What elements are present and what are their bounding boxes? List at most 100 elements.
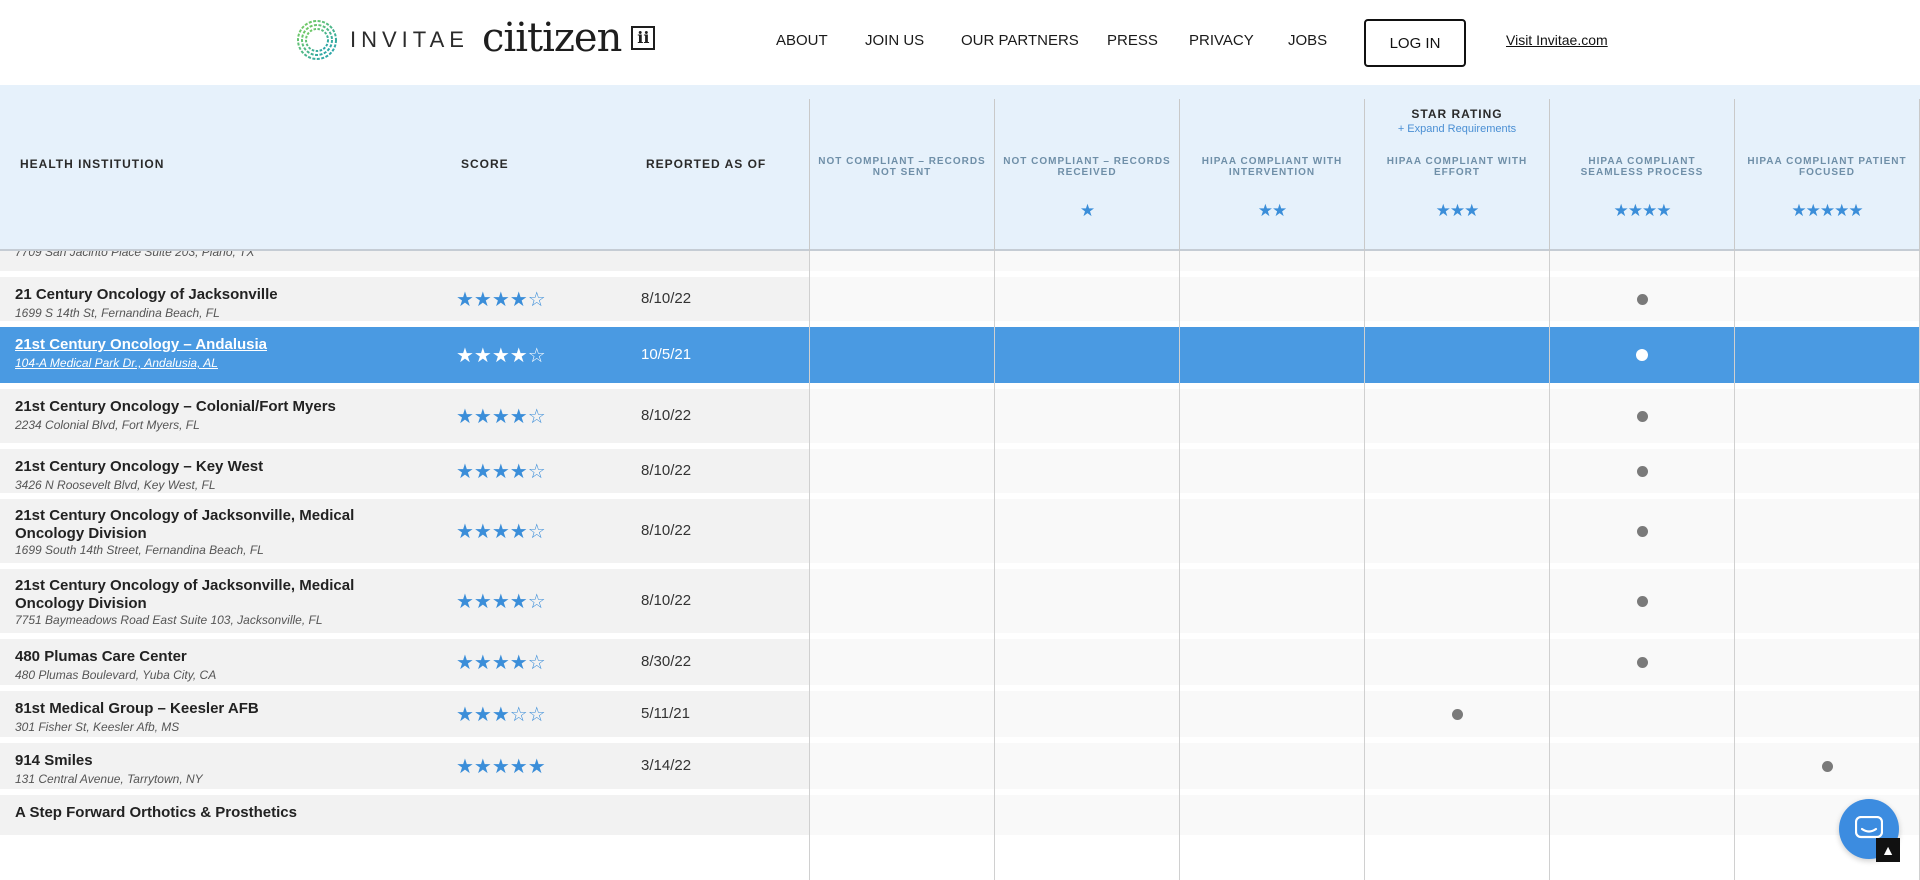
- rating-dot-icon: [1636, 349, 1648, 361]
- institution-address: 3426 N Roosevelt Blvd, Key West, FL: [15, 478, 216, 492]
- institution-address: 301 Fisher St, Keesler Afb, MS: [15, 720, 180, 734]
- invitae-logo[interactable]: INVITAE: [296, 18, 469, 62]
- institution-name[interactable]: 21st Century Oncology – Key West: [15, 458, 425, 476]
- table-header: HEALTH INSTITUTION SCORE REPORTED AS OF …: [0, 85, 1920, 251]
- score-stars: ★★★★☆: [456, 345, 546, 367]
- table-row[interactable]: 21st Century Oncology – Andalusia 104-A M…: [0, 327, 1920, 383]
- table-row[interactable]: A Step Forward Orthotics & Prosthetics: [0, 795, 1920, 835]
- star-icon-2: ★★: [1257, 201, 1287, 220]
- login-button[interactable]: LOG IN: [1364, 19, 1466, 67]
- expand-requirements-link[interactable]: + Expand Requirements: [1364, 123, 1550, 135]
- column-divider: [994, 99, 995, 251]
- column-divider: [1549, 251, 1550, 880]
- institution-address: 1699 S 14th St, Fernandina Beach, FL: [15, 306, 220, 320]
- reported-date: 8/10/22: [641, 592, 692, 609]
- nav-jobs[interactable]: JOBS: [1288, 32, 1327, 49]
- institution-name[interactable]: A Step Forward Orthotics & Prosthetics: [15, 804, 425, 822]
- nav-privacy[interactable]: PRIVACY: [1189, 32, 1254, 49]
- arrow-up-icon: ▲: [1881, 842, 1895, 858]
- institution-address: 480 Plumas Boulevard, Yuba City, CA: [15, 668, 217, 682]
- score-stars: ★★★★☆: [456, 521, 546, 543]
- column-divider: [1549, 99, 1550, 251]
- column-divider: [994, 251, 995, 880]
- table-row[interactable]: 21st Century Oncology of Jacksonville, M…: [0, 499, 1920, 563]
- column-divider: [1364, 99, 1365, 251]
- visit-invitae-link[interactable]: Visit Invitae.com: [1506, 32, 1608, 48]
- row-gap: [0, 835, 1920, 841]
- table-row[interactable]: 914 Smiles 131 Central Avenue, Tarrytown,…: [0, 743, 1920, 789]
- reported-date: 8/10/22: [641, 407, 692, 424]
- star-icon-3: ★★★: [1435, 201, 1480, 220]
- institution-name[interactable]: 21st Century Oncology – Andalusia: [15, 336, 425, 354]
- column-divider: [809, 99, 810, 251]
- score-stars: ★★★★★: [456, 756, 546, 778]
- table-row[interactable]: 480 Plumas Care Center 480 Plumas Bouleva…: [0, 639, 1920, 685]
- reported-date: 8/10/22: [641, 290, 692, 307]
- institution-address: 7709 San Jacinto Place Suite 203, Plano,…: [15, 251, 255, 259]
- ciitizen-mark-icon: ii: [631, 26, 656, 50]
- institution-address: 2234 Colonial Blvd, Fort Myers, FL: [15, 418, 200, 432]
- table-row[interactable]: 21 Century Oncology of Jacksonville 1699 …: [0, 277, 1920, 321]
- column-header-score[interactable]: SCORE: [461, 157, 509, 171]
- institution-address: 104-A Medical Park Dr., Andalusia, AL: [15, 356, 218, 370]
- rating-dot-icon: [1636, 410, 1648, 422]
- score-stars: ★★★★☆: [456, 406, 546, 428]
- column-divider: [1364, 251, 1365, 880]
- institution-table-body: 7709 San Jacinto Place Suite 203, Plano,…: [0, 251, 1920, 880]
- nav-about[interactable]: ABOUT: [776, 32, 828, 49]
- star-icon-1: ★: [1079, 201, 1095, 220]
- rating-dot-icon: [1636, 525, 1648, 537]
- rating-dot-icon: [1821, 760, 1833, 772]
- nav-press[interactable]: PRESS: [1107, 32, 1158, 49]
- scroll-to-top-button[interactable]: ▲: [1876, 838, 1900, 862]
- top-navigation-bar: INVITAE ciitizen ii ABOUT JOIN US OUR PA…: [0, 0, 1920, 85]
- column-header-institution[interactable]: HEALTH INSTITUTION: [20, 157, 164, 171]
- score-stars: ★★★★☆: [456, 461, 546, 483]
- institution-name[interactable]: 480 Plumas Care Center: [15, 648, 425, 666]
- ciitizen-wordmark: ciitizen: [482, 15, 622, 61]
- rating-dot-icon: [1636, 465, 1648, 477]
- table-row[interactable]: 81st Medical Group – Keesler AFB 301 Fish…: [0, 691, 1920, 737]
- rating-dot-icon: [1451, 708, 1463, 720]
- column-divider: [1179, 251, 1180, 880]
- institution-name[interactable]: 81st Medical Group – Keesler AFB: [15, 700, 425, 718]
- institution-name[interactable]: 21st Century Oncology of Jacksonville, M…: [15, 507, 425, 543]
- reported-date: 8/30/22: [641, 653, 692, 670]
- institution-name[interactable]: 914 Smiles: [15, 752, 425, 770]
- column-header-patient-focused: HIPAA COMPLIANT PATIENT FOCUSED: [1747, 156, 1907, 178]
- nav-our-partners[interactable]: OUR PARTNERS: [961, 32, 1079, 49]
- institution-address: 131 Central Avenue, Tarrytown, NY: [15, 772, 203, 786]
- institution-name[interactable]: 21 Century Oncology of Jacksonville: [15, 286, 425, 304]
- star-rating-title: STAR RATING: [1411, 107, 1503, 121]
- table-row[interactable]: 7709 San Jacinto Place Suite 203, Plano,…: [0, 251, 1920, 271]
- column-header-reported[interactable]: REPORTED AS OF: [646, 157, 766, 171]
- table-row[interactable]: 21st Century Oncology – Key West 3426 N R…: [0, 449, 1920, 493]
- column-header-effort: HIPAA COMPLIANT WITH EFFORT: [1386, 156, 1528, 178]
- invitae-spiral-icon: [297, 20, 337, 60]
- column-header-seamless: HIPAA COMPLIANT SEAMLESS PROCESS: [1580, 156, 1704, 178]
- table-row[interactable]: 21st Century Oncology – Colonial/Fort My…: [0, 389, 1920, 443]
- ciitizen-logo[interactable]: ciitizen ii: [482, 10, 656, 66]
- column-divider: [1734, 251, 1735, 880]
- score-stars: ★★★★☆: [456, 289, 546, 311]
- star-icon-5: ★★★★★: [1791, 201, 1863, 220]
- institution-name[interactable]: 21st Century Oncology – Colonial/Fort My…: [15, 398, 425, 416]
- institution-address: 7751 Baymeadows Road East Suite 103, Jac…: [15, 613, 323, 627]
- institution-name[interactable]: 21st Century Oncology of Jacksonville, M…: [15, 577, 425, 613]
- column-divider: [1179, 99, 1180, 251]
- rating-dot-icon: [1636, 293, 1648, 305]
- nav-join-us[interactable]: JOIN US: [865, 32, 924, 49]
- rating-dot-icon: [1636, 656, 1648, 668]
- column-header-intervention: HIPAA COMPLIANT WITH INTERVENTION: [1201, 156, 1343, 178]
- invitae-wordmark: INVITAE: [350, 27, 469, 52]
- table-row[interactable]: 21st Century Oncology of Jacksonville, M…: [0, 569, 1920, 633]
- reported-date: 5/11/21: [641, 705, 690, 722]
- reported-date: 10/5/21: [641, 346, 692, 363]
- institution-address: 1699 South 14th Street, Fernandina Beach…: [15, 543, 264, 557]
- column-divider: [1734, 99, 1735, 251]
- score-stars: ★★★★☆: [456, 591, 546, 613]
- score-stars: ★★★★☆: [456, 652, 546, 674]
- reported-date: 3/14/22: [641, 757, 692, 774]
- reported-date: 8/10/22: [641, 522, 692, 539]
- star-icon-4: ★★★★: [1613, 201, 1672, 220]
